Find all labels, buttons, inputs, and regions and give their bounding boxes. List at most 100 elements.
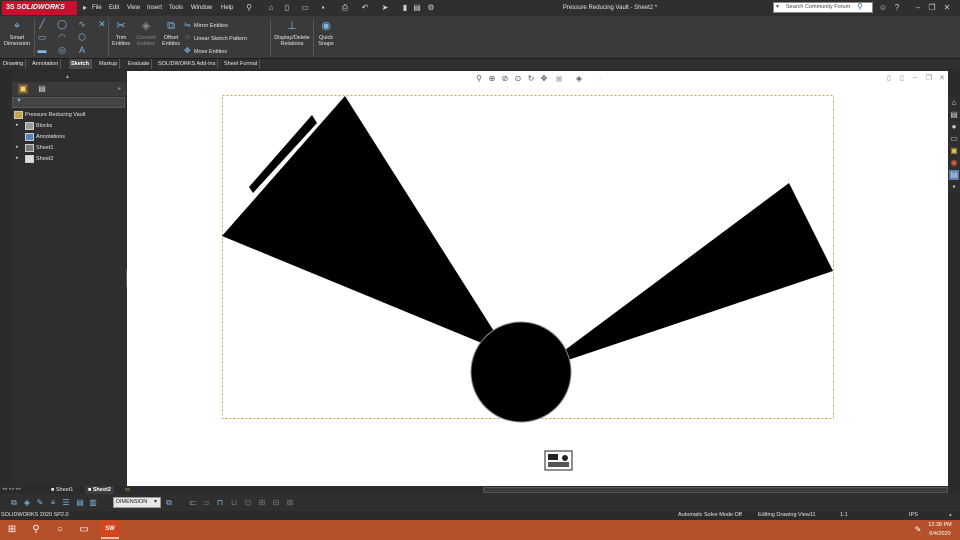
display-style-icon[interactable]: ◈: [574, 73, 584, 84]
menu-tools[interactable]: Tools: [169, 2, 183, 14]
arc-icon[interactable]: ◠: [56, 32, 68, 43]
expand-menu-icon[interactable]: ▸: [80, 2, 90, 13]
view-setting-icon[interactable]: ▣: [554, 73, 564, 84]
add-sheet-icon[interactable]: ▭: [122, 486, 133, 494]
align-center-icon[interactable]: ⊡: [243, 497, 253, 508]
select-arrow-icon[interactable]: ➤: [380, 2, 390, 13]
taskbar-search-icon[interactable]: ⚲: [28, 522, 44, 538]
property-manager-tab-icon[interactable]: ▤: [37, 84, 47, 94]
tab-evaluate[interactable]: Evaluate: [126, 59, 153, 69]
tab-addins[interactable]: SOLIDWORKS Add-Ins: [156, 59, 219, 69]
zoom-in-out-icon[interactable]: ⊘: [500, 73, 510, 84]
layers-icon[interactable]: ▤: [949, 170, 959, 180]
tree-root[interactable]: Pressure Reducing Vault: [14, 110, 85, 120]
pan-icon[interactable]: ✥: [539, 73, 549, 84]
quick-snaps-button[interactable]: ◉ Quick Snaps: [315, 19, 337, 47]
tab-sketch[interactable]: Sketch: [69, 59, 93, 69]
convert-entities-button[interactable]: ◈ Convert Entities: [134, 19, 158, 47]
circle-icon[interactable]: ◯: [56, 19, 68, 30]
chevron-down-icon[interactable]: ▾: [154, 498, 157, 505]
spline-icon[interactable]: ∿: [76, 19, 88, 30]
doc-restore-icon[interactable]: ❐: [926, 74, 932, 82]
view-split-icon[interactable]: ▯: [900, 74, 904, 82]
solidworks-resources-icon[interactable]: ⌂: [949, 98, 959, 108]
tree-item-annotations[interactable]: Annotations: [25, 132, 65, 142]
solidworks-logo[interactable]: 3S SOLIDWORKS: [2, 1, 77, 15]
expand-sheet1-icon[interactable]: ▸: [16, 144, 19, 150]
search-icon[interactable]: ⚲: [857, 2, 863, 11]
tree-item-blocks[interactable]: Blocks: [25, 121, 52, 131]
slot-icon[interactable]: ▬: [36, 45, 48, 56]
expand-sheet2-icon[interactable]: ▸: [16, 155, 19, 161]
expand-status-icon[interactable]: ▴: [949, 511, 952, 520]
smart-dimension-button[interactable]: ⌖ Smart Dimension: [2, 19, 32, 47]
group-icon[interactable]: ⊟: [271, 497, 281, 508]
offset-entities-button[interactable]: ⧉ Offset Entities: [160, 19, 182, 47]
panel-expand-icon[interactable]: ▸: [118, 85, 121, 92]
tab-markup[interactable]: Markup: [97, 59, 121, 69]
menu-help[interactable]: Help: [221, 2, 233, 14]
solidworks-taskbar-icon[interactable]: SW: [101, 521, 119, 539]
pin-icon[interactable]: ⚲: [244, 2, 254, 13]
pencil-icon[interactable]: ✎: [35, 497, 45, 508]
tree-filter-input[interactable]: [12, 97, 125, 108]
forum-icon[interactable]: ▪: [949, 182, 959, 192]
view-palette-icon[interactable]: ▭: [949, 134, 959, 144]
menu-insert[interactable]: Insert: [147, 2, 162, 14]
tree-item-sheet1[interactable]: Sheet1: [25, 143, 53, 153]
doc-close-icon[interactable]: ✕: [939, 74, 945, 82]
traffic-light-icon[interactable]: ▮: [400, 2, 410, 13]
menu-file[interactable]: File: [92, 2, 102, 14]
sheet-tab-sheet1[interactable]: ■ Sheet1: [48, 486, 76, 494]
units-text[interactable]: IPS: [909, 511, 918, 520]
options-gear-icon[interactable]: ⚙: [426, 2, 436, 13]
close-icon[interactable]: ✕: [942, 2, 952, 13]
line-thickness-icon[interactable]: ≡: [48, 497, 58, 508]
ungroup-icon[interactable]: ⊠: [285, 497, 295, 508]
line-icon[interactable]: ╱: [36, 19, 48, 30]
scale-text[interactable]: 1:1: [840, 511, 848, 520]
horizontal-scrollbar[interactable]: [483, 487, 948, 493]
file-explorer-icon[interactable]: ●: [949, 122, 959, 132]
left-wedge-shape[interactable]: [222, 96, 497, 346]
undo-icon[interactable]: ↶: [360, 2, 370, 13]
rotate-view-icon[interactable]: ↻: [526, 73, 536, 84]
rectangle-icon[interactable]: ▭: [36, 32, 48, 43]
expand-blocks-icon[interactable]: ▸: [16, 122, 19, 128]
layer-properties-icon[interactable]: ⧉: [9, 497, 19, 508]
tab-annotation[interactable]: Annotation: [30, 59, 62, 69]
tab-sheet-format[interactable]: Sheet Format: [222, 59, 261, 69]
help-icon[interactable]: ?: [892, 2, 902, 13]
restore-icon[interactable]: ❐: [927, 2, 937, 13]
user-icon[interactable]: ☺: [878, 2, 888, 13]
menu-window[interactable]: Window: [191, 2, 212, 14]
view-tile-icon[interactable]: ▯: [887, 74, 891, 82]
polygon-icon[interactable]: ⬡: [76, 32, 88, 43]
print-icon[interactable]: ⎙: [340, 2, 350, 13]
align-top-icon[interactable]: ⊓: [215, 497, 225, 508]
sheet-nav-arrows-icon[interactable]: ◂◂ ◂ ▸ ▸▸: [2, 486, 21, 492]
doc-minimize-icon[interactable]: –: [913, 74, 917, 81]
search-scope-icon[interactable]: ▾: [776, 3, 779, 10]
zoom-to-selection-icon[interactable]: ⊙: [513, 73, 523, 84]
fillet-icon[interactable]: ◎: [56, 45, 68, 56]
feature-manager-tab-icon[interactable]: ▣: [18, 84, 28, 94]
zoom-to-fit-icon[interactable]: ⚲: [474, 73, 484, 84]
open-icon[interactable]: ▭: [300, 2, 310, 13]
windows-start-icon[interactable]: ⊞: [4, 522, 20, 538]
hide-edge-icon[interactable]: ▤: [75, 497, 85, 508]
mirror-entities-button[interactable]: ⇋ Mirror Entities: [184, 19, 268, 30]
save-icon[interactable]: ▪: [318, 2, 328, 13]
linear-sketch-pattern-button[interactable]: ⁘ Linear Sketch Pattern: [184, 32, 268, 43]
task-view-icon[interactable]: ▭: [76, 522, 92, 538]
file-properties-icon[interactable]: ▤: [412, 2, 422, 13]
move-entities-button[interactable]: ✥ Move Entities: [184, 45, 268, 56]
text-icon[interactable]: A: [76, 45, 88, 56]
cortana-icon[interactable]: ○: [52, 522, 68, 538]
trim-entities-button[interactable]: ✂ Trim Entities: [110, 19, 132, 47]
layer-manager-icon[interactable]: ⧉: [164, 497, 174, 508]
align-right-icon[interactable]: ⊐: [201, 497, 211, 508]
menu-edit[interactable]: Edit: [109, 2, 119, 14]
align-bottom-icon[interactable]: ⊔: [229, 497, 239, 508]
align-left-icon[interactable]: ⊏: [188, 497, 198, 508]
